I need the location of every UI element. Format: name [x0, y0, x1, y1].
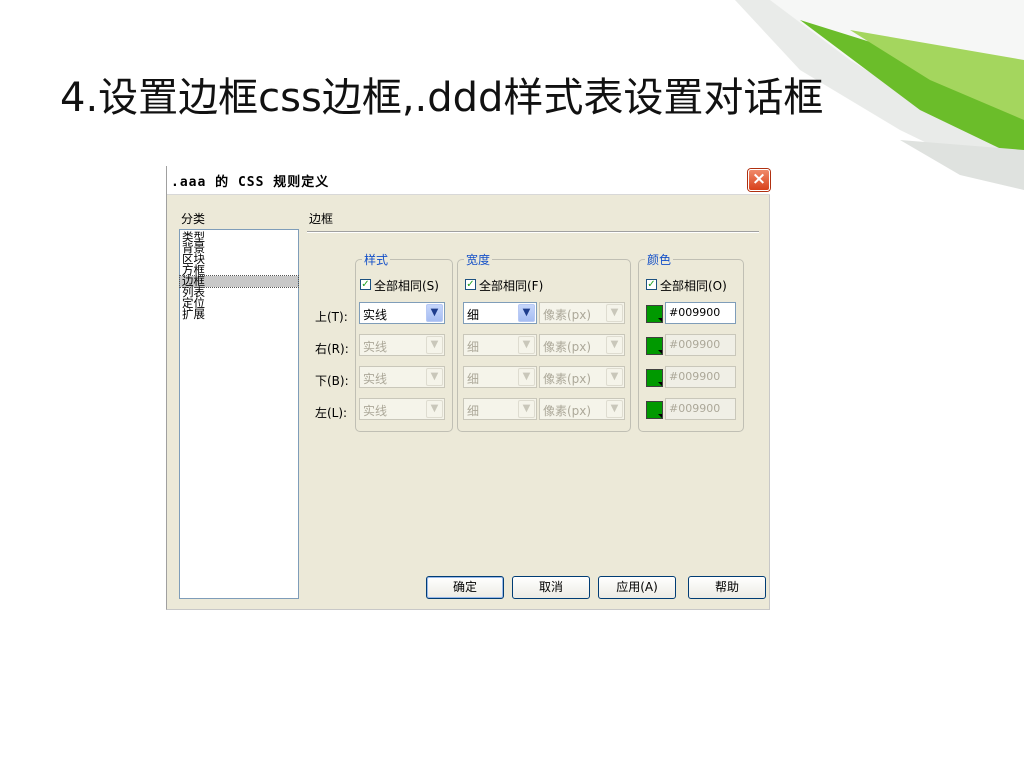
- top-unit-value: 像素(px): [543, 308, 592, 322]
- left-unit-select[interactable]: 像素(px) ▼: [539, 398, 625, 420]
- apply-button[interactable]: 应用(A): [598, 576, 676, 599]
- top-style-select[interactable]: 实线 ▼: [359, 302, 445, 324]
- right-style-value: 实线: [363, 340, 388, 354]
- chevron-down-icon: ▼: [426, 368, 443, 386]
- cancel-button[interactable]: 取消: [512, 576, 590, 599]
- chevron-down-icon: ▼: [518, 368, 535, 386]
- left-color-input[interactable]: #009900: [665, 398, 736, 420]
- chevron-down-icon: ▼: [606, 400, 623, 418]
- left-side-label: 左(L):: [315, 406, 348, 420]
- chevron-down-icon: ▼: [606, 304, 623, 322]
- chevron-down-icon: ▼: [426, 400, 443, 418]
- chevron-down-icon: ▼: [426, 304, 443, 322]
- bottom-style-value: 实线: [363, 372, 388, 386]
- top-width-select[interactable]: 细 ▼: [463, 302, 537, 324]
- dialog-title: .aaa 的 CSS 规则定义: [171, 175, 330, 190]
- category-item-extensions[interactable]: 扩展: [180, 308, 298, 320]
- left-style-select[interactable]: 实线 ▼: [359, 398, 445, 420]
- chevron-down-icon: ▼: [606, 368, 623, 386]
- left-width-select[interactable]: 细 ▼: [463, 398, 537, 420]
- slide-title: 4.设置边框css边框,.ddd样式表设置对话框: [60, 75, 824, 121]
- chevron-down-icon: ▼: [518, 336, 535, 354]
- chevron-down-icon: ▼: [606, 336, 623, 354]
- color-group-legend: 颜色: [645, 251, 674, 268]
- section-title: 边框: [309, 212, 334, 226]
- top-width-value: 细: [467, 308, 480, 322]
- help-button[interactable]: 帮助: [688, 576, 766, 599]
- bottom-width-value: 细: [467, 372, 480, 386]
- bottom-unit-value: 像素(px): [543, 372, 592, 386]
- bottom-side-label: 下(B):: [315, 374, 349, 388]
- top-color-input[interactable]: #009900: [665, 302, 736, 324]
- style-group-legend: 样式: [362, 251, 391, 268]
- top-color-swatch[interactable]: [646, 305, 663, 323]
- chevron-down-icon: ▼: [426, 336, 443, 354]
- right-unit-value: 像素(px): [543, 340, 592, 354]
- category-list[interactable]: 类型 背景 区块 方框 边框 列表 定位 扩展: [179, 229, 299, 599]
- right-width-select[interactable]: 细 ▼: [463, 334, 537, 356]
- chevron-down-icon: ▼: [518, 400, 535, 418]
- bottom-color-swatch[interactable]: [646, 369, 663, 387]
- right-side-label: 右(R):: [315, 342, 349, 356]
- width-group-legend: 宽度: [464, 251, 493, 268]
- top-side-label: 上(T):: [315, 310, 348, 324]
- bottom-style-select[interactable]: 实线 ▼: [359, 366, 445, 388]
- ok-button[interactable]: 确定: [426, 576, 504, 599]
- top-unit-select[interactable]: 像素(px) ▼: [539, 302, 625, 324]
- style-same-all-label: 全部相同(S): [374, 279, 439, 293]
- bottom-color-input[interactable]: #009900: [665, 366, 736, 388]
- left-width-value: 细: [467, 404, 480, 418]
- right-style-select[interactable]: 实线 ▼: [359, 334, 445, 356]
- close-button[interactable]: ×: [748, 169, 770, 191]
- top-style-value: 实线: [363, 308, 388, 322]
- left-color-swatch[interactable]: [646, 401, 663, 419]
- bottom-width-select[interactable]: 细 ▼: [463, 366, 537, 388]
- section-divider: [307, 231, 759, 233]
- width-same-all-checkbox[interactable]: ✓: [465, 279, 476, 290]
- category-header: 分类: [181, 212, 206, 226]
- width-same-all-label: 全部相同(F): [479, 279, 544, 293]
- right-unit-select[interactable]: 像素(px) ▼: [539, 334, 625, 356]
- chevron-down-icon: ▼: [518, 304, 535, 322]
- dialog-titlebar: .aaa 的 CSS 规则定义 ×: [167, 166, 770, 195]
- style-same-all-checkbox[interactable]: ✓: [360, 279, 371, 290]
- css-rule-definition-dialog: .aaa 的 CSS 规则定义 × 分类 类型 背景 区块 方框 边框 列表 定…: [166, 166, 770, 610]
- bottom-unit-select[interactable]: 像素(px) ▼: [539, 366, 625, 388]
- left-unit-value: 像素(px): [543, 404, 592, 418]
- left-style-value: 实线: [363, 404, 388, 418]
- right-width-value: 细: [467, 340, 480, 354]
- color-same-all-checkbox[interactable]: ✓: [646, 279, 657, 290]
- right-color-swatch[interactable]: [646, 337, 663, 355]
- right-color-input[interactable]: #009900: [665, 334, 736, 356]
- color-same-all-label: 全部相同(O): [660, 279, 727, 293]
